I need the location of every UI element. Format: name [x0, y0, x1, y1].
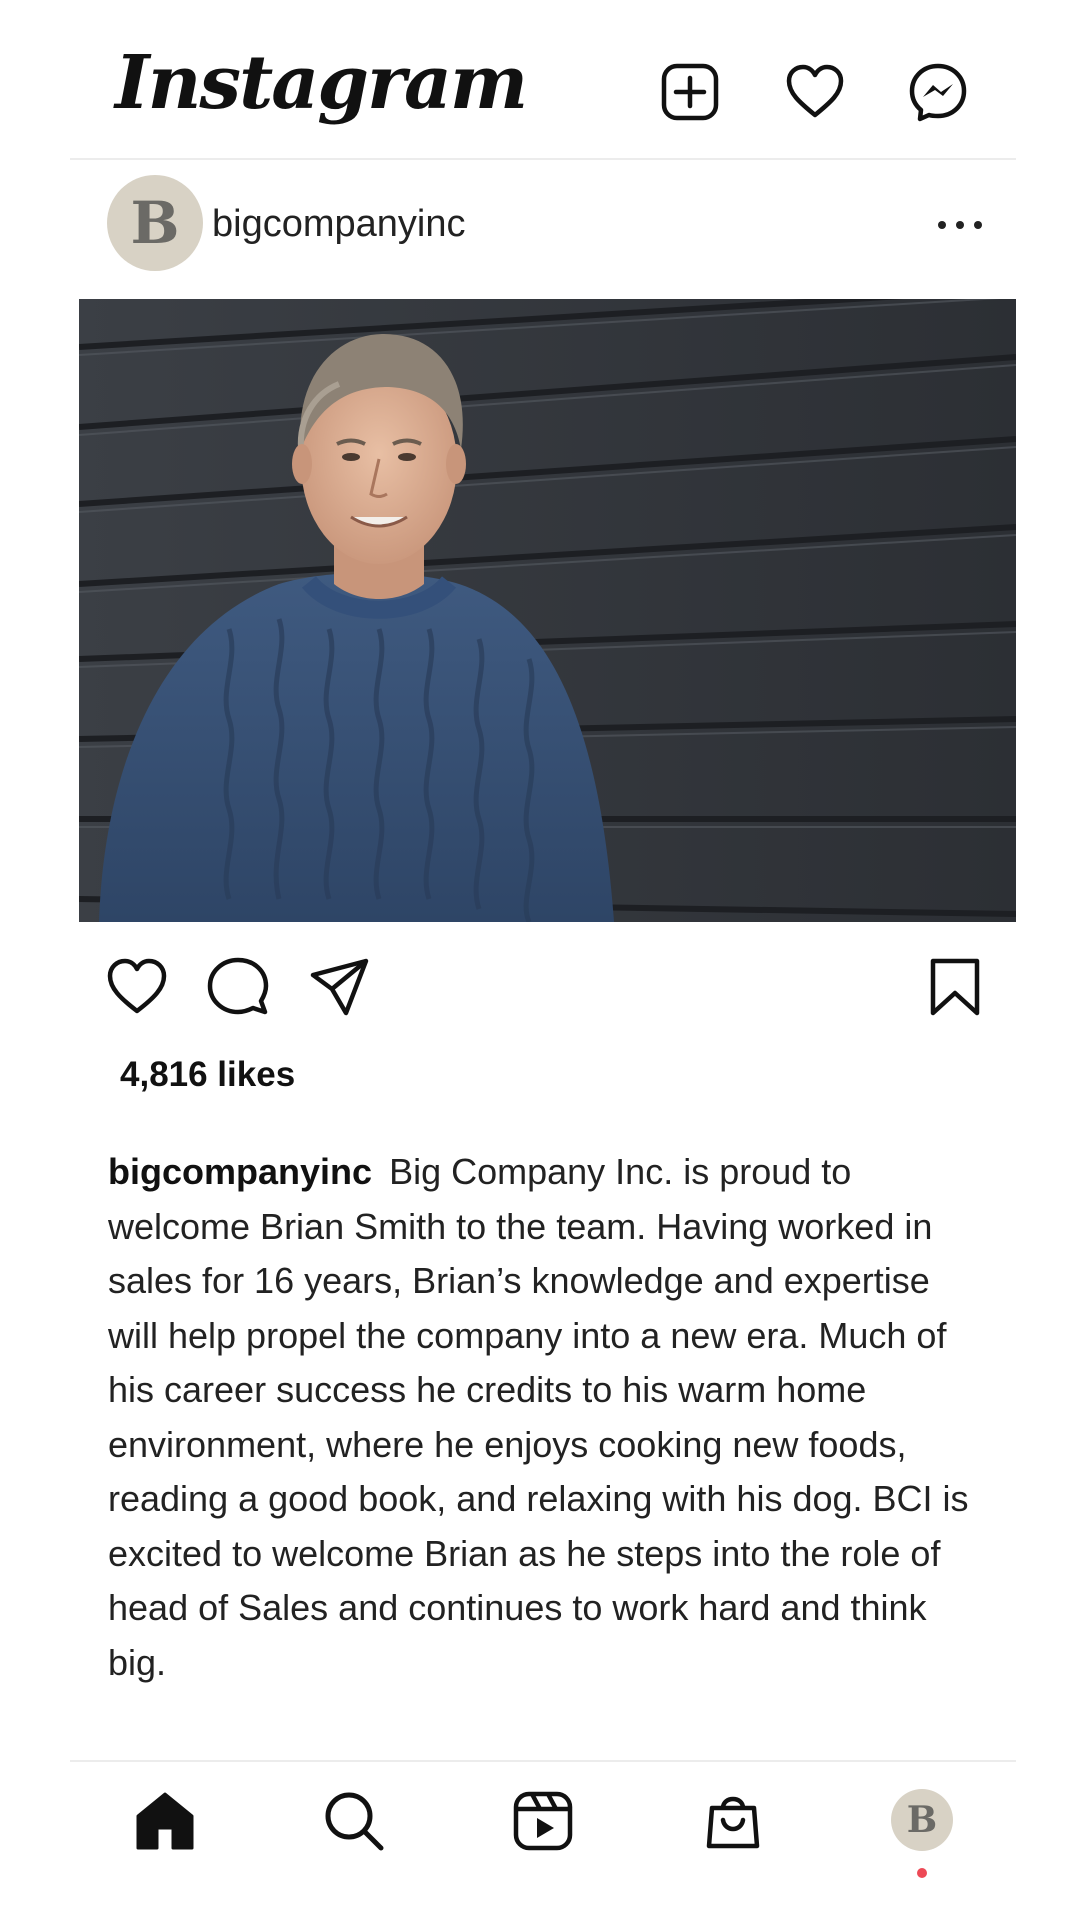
comment-icon[interactable]	[206, 955, 270, 1019]
search-icon[interactable]	[323, 1790, 385, 1852]
post-photo-graphic	[79, 299, 1016, 922]
messenger-icon[interactable]	[908, 62, 968, 122]
post-username[interactable]: bigcompanyinc	[212, 203, 465, 246]
likes-count[interactable]: 4,816 likes	[120, 1055, 295, 1095]
caption-username[interactable]: bigcompanyinc	[108, 1151, 372, 1192]
instagram-logo[interactable]: Instagram	[115, 40, 528, 126]
heart-icon[interactable]	[105, 955, 169, 1019]
notification-dot	[917, 1868, 927, 1878]
profile-avatar[interactable]: B	[891, 1789, 953, 1851]
dot	[956, 221, 964, 229]
post-header: B bigcompanyinc	[0, 175, 1080, 275]
dot	[974, 221, 982, 229]
more-options-icon[interactable]	[938, 205, 982, 245]
post-image[interactable]	[79, 299, 1016, 922]
post-caption: bigcompanyinc Big Company Inc. is proud …	[108, 1145, 988, 1690]
caption-text: Big Company Inc. is proud to welcome Bri…	[108, 1151, 969, 1683]
header-divider	[70, 158, 1016, 160]
reels-icon[interactable]	[512, 1790, 574, 1852]
bookmark-icon[interactable]	[923, 955, 987, 1019]
heart-icon[interactable]	[785, 62, 845, 122]
dot	[938, 221, 946, 229]
top-bar: Instagram	[0, 0, 1080, 160]
shop-icon[interactable]	[702, 1790, 764, 1852]
share-icon[interactable]	[308, 955, 372, 1019]
home-icon[interactable]	[134, 1790, 196, 1852]
avatar[interactable]: B	[107, 175, 203, 271]
new-post-icon[interactable]	[660, 62, 720, 122]
bottom-nav: B	[0, 1762, 1080, 1920]
